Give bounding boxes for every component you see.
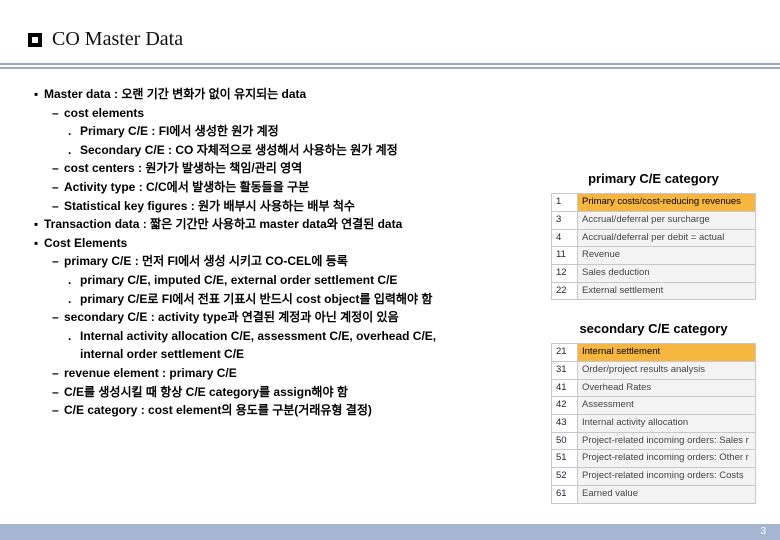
- text-line: Secondary C/E : CO 자체적으로 생성해서 사용하는 원가 계정: [80, 143, 398, 157]
- page-title: CO Master Data: [52, 28, 183, 51]
- text-line: Primary C/E : FI에서 생성한 원가 계정: [80, 124, 279, 138]
- title-bar: CO Master Data: [0, 0, 780, 57]
- table-row: 50Project-related incoming orders: Sales…: [552, 432, 756, 450]
- text-line: Statistical key figures : 원가 배부시 사용하는 배부…: [64, 199, 355, 213]
- table-row: 42Assessment: [552, 397, 756, 415]
- title-bullet-icon: [28, 33, 42, 47]
- text-line: primary C/E : 먼저 FI에서 생성 시키고 CO-CEL에 등록: [64, 254, 348, 268]
- text-line: Internal activity allocation C/E, assess…: [80, 329, 436, 343]
- table-row: 3Accrual/deferral per surcharge: [552, 211, 756, 229]
- table-row: 31Order/project results analysis: [552, 361, 756, 379]
- table-row: 51Project-related incoming orders: Other…: [552, 450, 756, 468]
- table-title: secondary C/E category: [551, 319, 756, 339]
- text-line: internal order settlement C/E: [80, 347, 244, 361]
- text-line: Master data : 오랜 기간 변화가 없이 유지되는 data: [44, 87, 306, 101]
- body-content: ▪Master data : 오랜 기간 변화가 없이 유지되는 data –c…: [0, 71, 780, 420]
- text-line: C/E를 생성시킬 때 항상 C/E category를 assign해야 함: [64, 385, 348, 399]
- text-line: cost elements: [64, 106, 144, 120]
- text-line: Transaction data : 짧은 기간만 사용하고 master da…: [44, 217, 402, 231]
- page-number: 3: [760, 526, 766, 537]
- table-row: 1Primary costs/cost-reducing revenues: [552, 194, 756, 212]
- text-line: Activity type : C/C에서 발생하는 활동들을 구분: [64, 180, 309, 194]
- table-row: 52Project-related incoming orders: Costs: [552, 468, 756, 486]
- primary-category-table: primary C/E category 1Primary costs/cost…: [551, 169, 756, 300]
- table-title: primary C/E category: [551, 169, 756, 189]
- text-line: C/E category : cost element의 용도를 구분(거래유형…: [64, 403, 372, 417]
- table-row: 22External settlement: [552, 282, 756, 300]
- title-underline: [0, 63, 780, 69]
- table-row: 12Sales deduction: [552, 265, 756, 283]
- table-row: 21Internal settlement: [552, 344, 756, 362]
- text-line: secondary C/E : activity type과 연결된 계정과 아…: [64, 310, 399, 324]
- table-row: 41Overhead Rates: [552, 379, 756, 397]
- table-row: 11Revenue: [552, 247, 756, 265]
- text-line: Cost Elements: [44, 236, 127, 250]
- text-line: revenue element : primary C/E: [64, 366, 237, 380]
- text-line: cost centers : 원가가 발생하는 책임/관리 영역: [64, 161, 302, 175]
- text-line: primary C/E, imputed C/E, external order…: [80, 273, 397, 287]
- table-row: 4Accrual/deferral per debit = actual: [552, 229, 756, 247]
- text-line: primary C/E로 FI에서 전표 기표시 반드시 cost object…: [80, 292, 432, 306]
- secondary-category-table: secondary C/E category 21Internal settle…: [551, 319, 756, 504]
- table-row: 43Internal activity allocation: [552, 415, 756, 433]
- footer-bar: 3: [0, 524, 780, 540]
- table-row: 61Earned value: [552, 485, 756, 503]
